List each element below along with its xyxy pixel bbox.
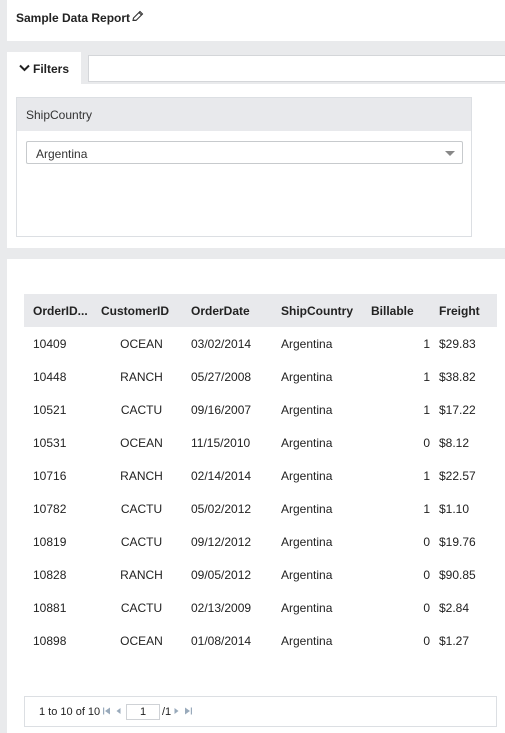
column-header-freight[interactable]: Freight: [430, 294, 497, 327]
cell-freight: $19.76: [439, 534, 476, 549]
filter-card-shipcountry: ShipCountry Argentina: [16, 97, 472, 237]
tab-filters[interactable]: Filters: [7, 52, 81, 84]
next-page-icon[interactable]: [172, 706, 181, 716]
orders-table: OrderID... CustomerID OrderDate ShipCoun…: [24, 294, 497, 657]
tab-strip: [88, 55, 505, 82]
cell-freight: $38.82: [439, 369, 476, 384]
cell-customerid: CACTU: [120, 600, 163, 615]
cell-billable: 1: [423, 336, 430, 351]
cell-customerid: RANCH: [120, 567, 163, 582]
cell-orderid: 10521: [33, 402, 67, 417]
cell-customerid: RANCH: [120, 369, 163, 384]
cell-orderdate: 02/14/2014: [191, 468, 252, 483]
filter-field-label: ShipCountry: [26, 108, 93, 122]
table-row[interactable]: 10898 OCEAN 01/08/2014 Argentina 0 $1.27: [24, 624, 497, 657]
cell-orderdate: 05/02/2012: [191, 501, 252, 516]
cell-orderdate: 09/12/2012: [191, 534, 252, 549]
cell-freight: $1.10: [439, 501, 470, 516]
last-page-icon[interactable]: [184, 706, 193, 716]
table-row[interactable]: 10819 CACTU 09/12/2012 Argentina 0 $19.76: [24, 525, 497, 558]
tab-filters-label: Filters: [33, 62, 70, 76]
cell-billable: 0: [423, 633, 430, 648]
cell-orderdate: 01/08/2014: [191, 633, 252, 648]
cell-billable: 0: [423, 534, 430, 549]
table-row[interactable]: 10531 OCEAN 11/15/2010 Argentina 0 $8.12: [24, 426, 497, 459]
table-row[interactable]: 10716 RANCH 02/14/2014 Argentina 1 $22.57: [24, 459, 497, 492]
cell-freight: $1.27: [439, 633, 470, 648]
table-row[interactable]: 10881 CACTU 02/13/2009 Argentina 0 $2.84: [24, 591, 497, 624]
cell-orderid: 10531: [33, 435, 67, 450]
first-page-icon[interactable]: [102, 706, 111, 716]
cell-billable: 0: [423, 567, 430, 582]
column-header-orderdate[interactable]: OrderDate: [182, 294, 272, 327]
filter-card-header: ShipCountry: [17, 98, 471, 131]
shipcountry-selected-value: Argentina: [36, 147, 88, 161]
cell-orderid: 10716: [33, 468, 67, 483]
cell-customerid: OCEAN: [120, 633, 163, 648]
cell-orderdate: 03/02/2014: [191, 336, 252, 351]
cell-customerid: RANCH: [120, 468, 163, 483]
page-number-input[interactable]: 1: [126, 704, 160, 720]
cell-orderid: 10819: [33, 534, 67, 549]
table-row[interactable]: 10782 CACTU 05/02/2012 Argentina 1 $1.10: [24, 492, 497, 525]
table-row[interactable]: 10409 OCEAN 03/02/2014 Argentina 1 $29.83: [24, 327, 497, 360]
pager-info: 1 to 10 of 10: [39, 706, 101, 718]
cell-orderdate: 11/15/2010: [191, 435, 251, 450]
cell-freight: $2.84: [439, 600, 470, 615]
shipcountry-select[interactable]: Argentina: [26, 141, 463, 164]
cell-orderdate: 09/05/2012: [191, 567, 252, 582]
cell-orderdate: 09/16/2007: [191, 402, 252, 417]
cell-freight: $8.12: [439, 435, 470, 450]
cell-customerid: OCEAN: [120, 435, 163, 450]
cell-freight: $29.83: [439, 336, 476, 351]
cell-billable: 1: [423, 369, 430, 384]
cell-shipcountry: Argentina: [281, 534, 333, 549]
table-row[interactable]: 10448 RANCH 05/27/2008 Argentina 1 $38.82: [24, 360, 497, 393]
cell-customerid: OCEAN: [120, 336, 163, 351]
column-header-billable[interactable]: Billable: [362, 294, 430, 327]
cell-shipcountry: Argentina: [281, 567, 333, 582]
cell-orderid: 10828: [33, 567, 67, 582]
report-header: Sample Data Report: [7, 0, 505, 41]
edit-pencil-icon[interactable]: [131, 10, 144, 23]
cell-orderid: 10881: [33, 600, 67, 615]
cell-shipcountry: Argentina: [281, 468, 333, 483]
cell-freight: $22.57: [439, 468, 476, 483]
cell-customerid: CACTU: [120, 534, 163, 549]
cell-orderid: 10898: [33, 633, 67, 648]
column-header-customerid[interactable]: CustomerID: [92, 294, 182, 327]
chevron-down-icon: [19, 64, 30, 72]
cell-shipcountry: Argentina: [281, 600, 333, 615]
cell-orderdate: 05/27/2008: [191, 369, 252, 384]
cell-orderdate: 02/13/2009: [191, 600, 252, 615]
cell-customerid: CACTU: [120, 402, 163, 417]
cell-shipcountry: Argentina: [281, 501, 333, 516]
pager-total-pages: /1: [162, 706, 172, 718]
prev-page-icon[interactable]: [114, 706, 123, 716]
cell-billable: 1: [423, 468, 430, 483]
cell-shipcountry: Argentina: [281, 402, 333, 417]
dropdown-arrow-icon: [445, 151, 455, 156]
cell-billable: 0: [423, 435, 430, 450]
cell-shipcountry: Argentina: [281, 336, 333, 351]
cell-customerid: CACTU: [120, 501, 163, 516]
report-title: Sample Data Report: [16, 11, 131, 25]
cell-shipcountry: Argentina: [281, 435, 333, 450]
column-header-shipcountry[interactable]: ShipCountry: [272, 294, 362, 327]
cell-orderid: 10782: [33, 501, 67, 516]
table-row[interactable]: 10828 RANCH 09/05/2012 Argentina 0 $90.85: [24, 558, 497, 591]
cell-billable: 1: [423, 501, 430, 516]
cell-billable: 0: [423, 600, 430, 615]
cell-freight: $90.85: [439, 567, 476, 582]
cell-orderid: 10448: [33, 369, 67, 384]
cell-shipcountry: Argentina: [281, 633, 333, 648]
cell-orderid: 10409: [33, 336, 67, 351]
pager: 1 to 10 of 10 1 /1: [24, 696, 497, 727]
cell-shipcountry: Argentina: [281, 369, 333, 384]
column-header-orderid[interactable]: OrderID...: [24, 294, 92, 327]
table-header-row: OrderID... CustomerID OrderDate ShipCoun…: [24, 294, 497, 327]
table-row[interactable]: 10521 CACTU 09/16/2007 Argentina 1 $17.22: [24, 393, 497, 426]
cell-freight: $17.22: [439, 402, 476, 417]
cell-billable: 1: [423, 402, 430, 417]
